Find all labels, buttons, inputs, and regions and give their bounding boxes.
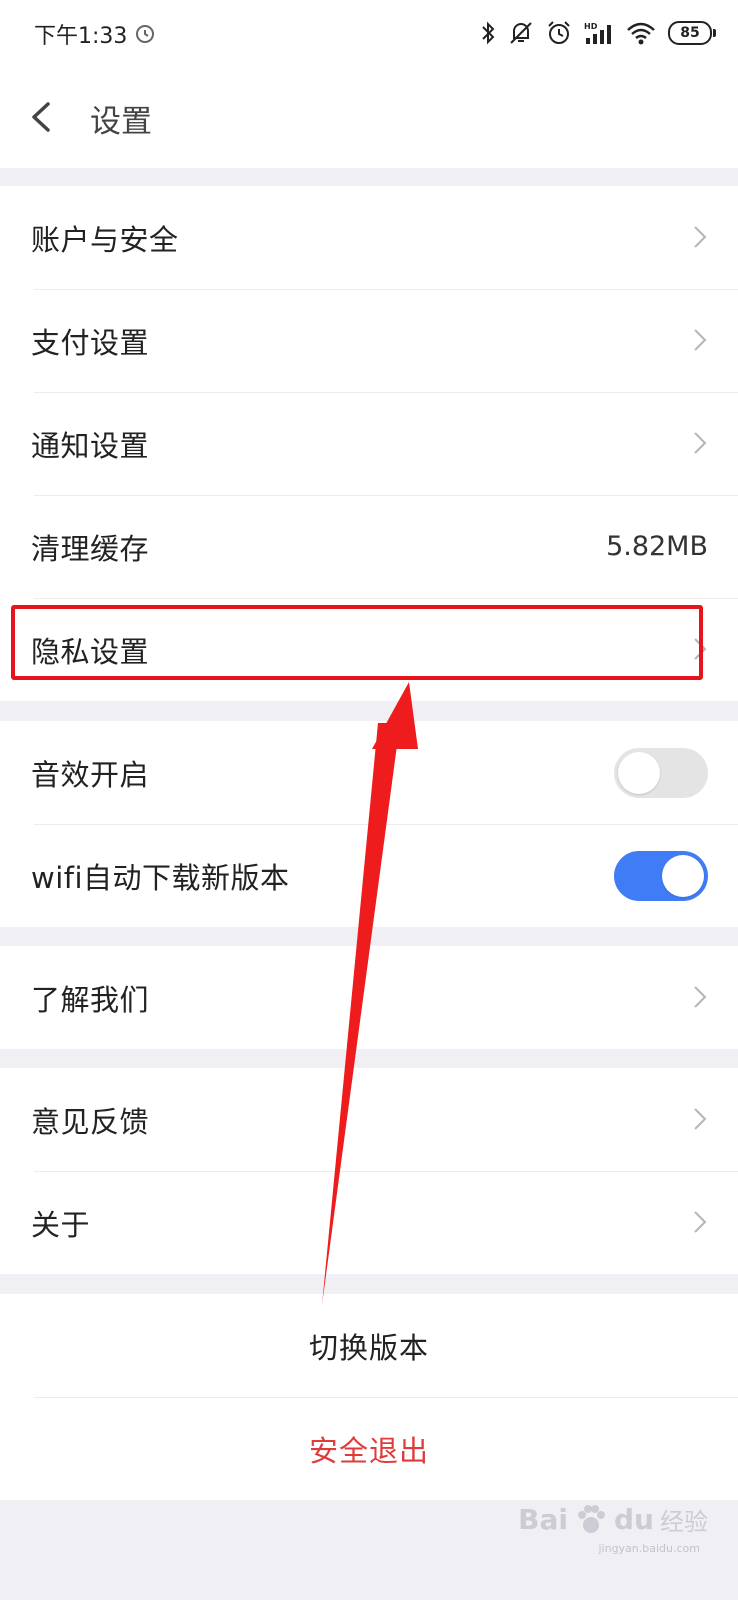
watermark-sub: 经验 [660,1508,708,1536]
watermark-brand-2: du [614,1503,654,1536]
annotation-arrow [322,682,418,1305]
baidu-watermark: Bai du 经验 [518,1502,708,1537]
paw-icon [578,1504,606,1533]
watermark-url: jingyan.baidu.com [598,1542,700,1555]
watermark-brand: Bai [518,1503,569,1536]
